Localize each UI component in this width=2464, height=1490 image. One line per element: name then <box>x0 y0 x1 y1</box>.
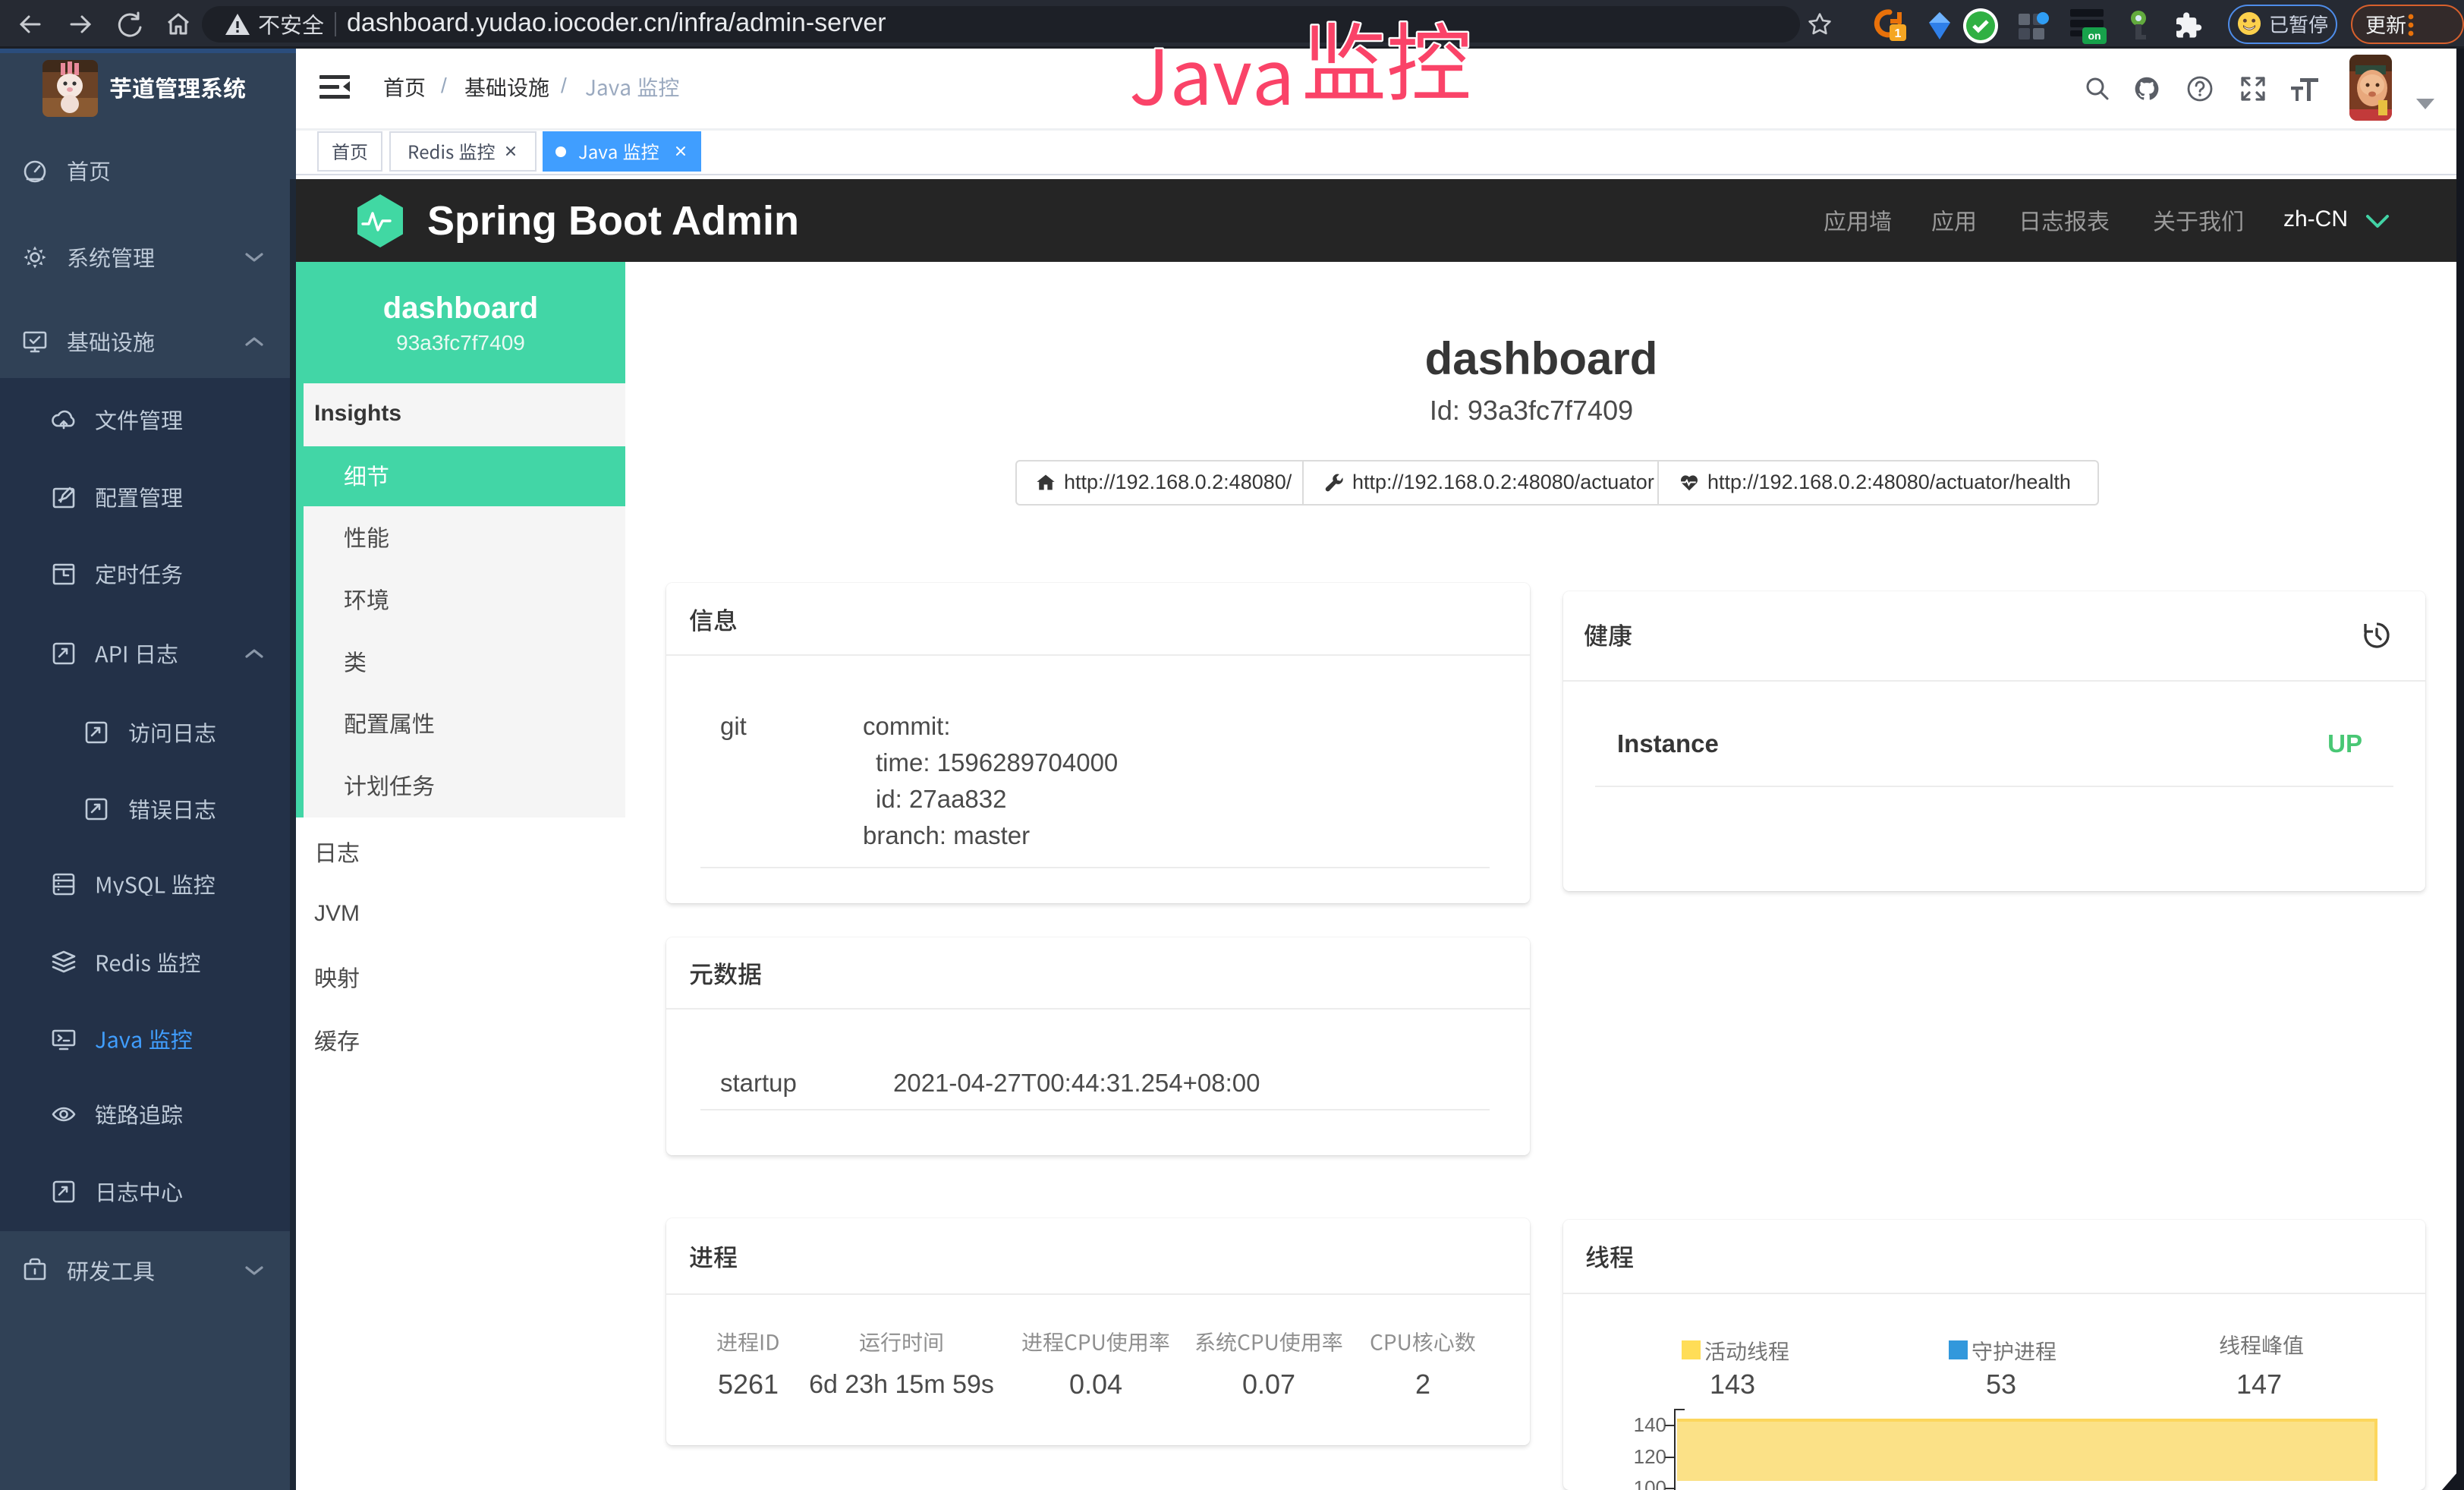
svg-text:1: 1 <box>1895 27 1902 40</box>
svg-text:on: on <box>2088 30 2101 42</box>
